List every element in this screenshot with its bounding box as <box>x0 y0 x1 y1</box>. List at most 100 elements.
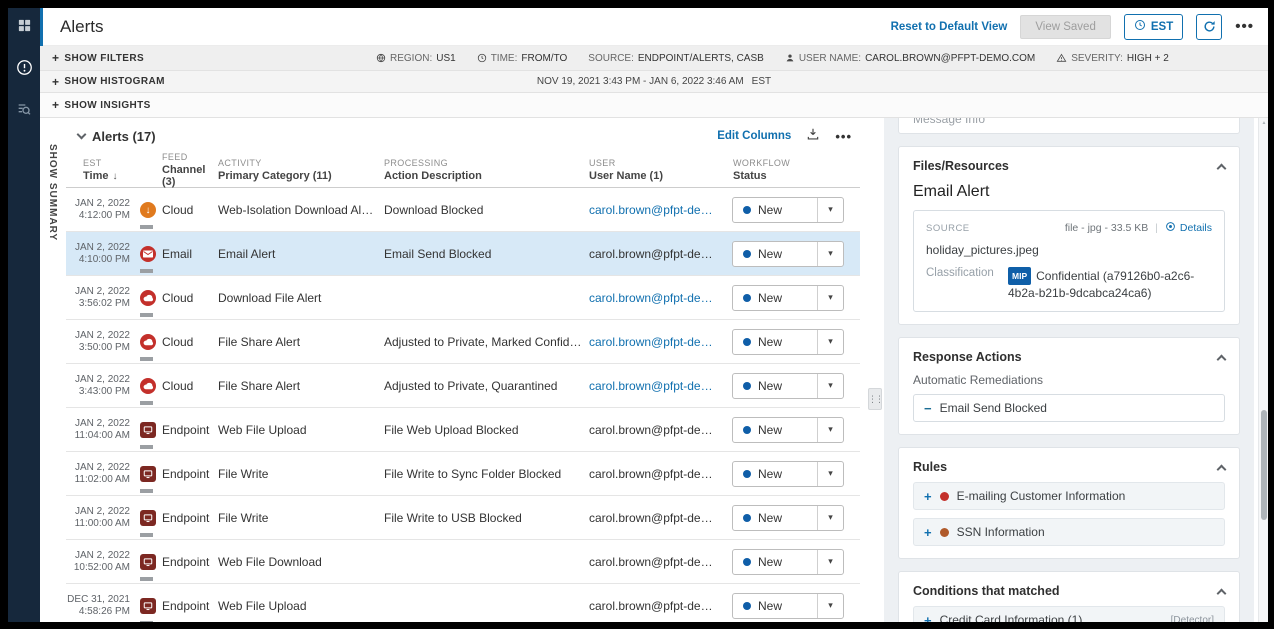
workflow-status-dropdown[interactable]: New ▾ <box>732 373 844 399</box>
refresh-button[interactable] <box>1196 14 1222 40</box>
condition-item[interactable]: +Credit Card Information (1)[Detector] <box>913 606 1225 622</box>
alert-row[interactable]: JAN 2, 20224:12:00 PM↓CloudWeb-Isolation… <box>66 188 860 232</box>
alerts-count-header[interactable]: Alerts (17) <box>78 129 156 144</box>
workflow-status-dropdown[interactable]: New▾ <box>732 197 844 223</box>
status-dot-icon <box>743 602 751 610</box>
filter-chip[interactable]: SEVERITY:HIGH + 2 <box>1056 53 1169 64</box>
filter-chip-value: HIGH + 2 <box>1127 53 1169 64</box>
show-filters-toggle[interactable]: +SHOW FILTERS <box>52 52 144 64</box>
date-range: NOV 19, 2021 3:43 PM - JAN 6, 2022 3:46 … <box>40 76 1268 87</box>
timezone-button[interactable]: EST <box>1124 14 1183 40</box>
show-summary-toggle[interactable]: SHOW SUMMARY <box>47 144 58 241</box>
divider: | <box>1155 223 1158 234</box>
alerts-nav-icon[interactable] <box>8 50 40 84</box>
alert-row[interactable]: JAN 2, 20224:10:00 PMEmailEmail AlertEma… <box>66 232 860 276</box>
rule-item[interactable]: +E-mailing Customer Information <box>913 482 1225 510</box>
alert-row[interactable]: JAN 2, 202211:04:00 AMEndpointWeb File U… <box>66 408 860 452</box>
workflow-status-dropdown[interactable]: New ▾ <box>732 593 844 619</box>
caret-down-icon[interactable]: ▾ <box>818 330 843 354</box>
collapse-up-icon[interactable] <box>1217 588 1227 598</box>
workflow-status-dropdown[interactable]: New▾ <box>732 461 844 487</box>
alert-action-description: File Write to Sync Folder Blocked <box>384 467 567 481</box>
user-email-link[interactable]: carol.brown@pfpt-demo.c <box>589 203 724 217</box>
collapse-up-icon[interactable] <box>1217 163 1227 173</box>
filter-chip[interactable]: SOURCE:ENDPOINT/ALERTS, CASB <box>588 53 764 64</box>
response-actions-title: Response Actions <box>913 350 1022 364</box>
files-resources-card: Files/Resources Email Alert SOURCE file … <box>898 146 1240 325</box>
workflow-status-dropdown[interactable]: New ▾ <box>732 505 844 531</box>
column-category[interactable]: ACTIVITYPrimary Category (11) <box>216 152 380 188</box>
scroll-up-icon[interactable]: ▲ <box>1259 120 1268 126</box>
column-channel[interactable]: FEEDChannel (3) <box>138 152 216 188</box>
caret-down-icon[interactable]: ▾ <box>818 198 843 222</box>
column-status[interactable]: WORKFLOWStatus <box>724 152 860 188</box>
reset-default-view-link[interactable]: Reset to Default View <box>891 21 1008 33</box>
workflow-status-dropdown[interactable]: New▾ <box>732 549 844 575</box>
workflow-status-dropdown[interactable]: New▾ <box>732 329 844 355</box>
alert-row[interactable]: JAN 2, 20223:56:02 PMCloudDownload File … <box>66 276 860 320</box>
user-email: carol.brown@pfpt-demo.c <box>589 599 724 613</box>
alert-time: 3:50:00 PM <box>79 342 130 353</box>
vertical-scrollbar[interactable]: ▲ <box>1258 118 1268 622</box>
rule-item[interactable]: +SSN Information <box>913 518 1225 546</box>
caret-down-icon[interactable]: ▾ <box>818 506 843 530</box>
alert-category: File Share Alert <box>218 335 306 349</box>
alert-date: JAN 2, 2022 <box>75 286 130 297</box>
caret-down-icon[interactable]: ▾ <box>818 550 843 574</box>
column-user[interactable]: USERUser Name (1) <box>589 152 724 188</box>
message-info-title: Message Info <box>913 118 985 133</box>
filter-chip[interactable]: USER NAME:CAROL.BROWN@PFPT-DEMO.COM <box>785 53 1035 64</box>
user-email-link[interactable]: carol.brown@pfpt-demo.c <box>589 291 724 305</box>
apps-grid-icon[interactable] <box>8 8 40 42</box>
alert-row[interactable]: DEC 31, 20214:58:26 PMEndpointWeb File U… <box>66 584 860 622</box>
alert-row[interactable]: JAN 2, 202211:00:00 AMEndpointFile Write… <box>66 496 860 540</box>
alert-row[interactable]: JAN 2, 20223:50:00 PMCloudFile Share Ale… <box>66 320 860 364</box>
filter-chip[interactable]: REGION:US1 <box>376 53 456 64</box>
status-label: New <box>758 511 782 525</box>
caret-down-icon[interactable]: ▾ <box>818 242 843 266</box>
status-label: New <box>758 599 782 613</box>
caret-down-icon[interactable]: ▾ <box>818 594 843 618</box>
response-actions-card: Response Actions Automatic Remediations … <box>898 337 1240 435</box>
panel-resize-grip[interactable]: ⋮⋮ <box>868 388 882 410</box>
show-insights-toggle[interactable]: +SHOW INSIGHTS <box>52 99 151 111</box>
scrollbar-thumb[interactable] <box>1261 410 1267 520</box>
alert-row[interactable]: JAN 2, 20223:43:00 PMCloudFile Share Ale… <box>66 364 860 408</box>
classification-value: MIPConfidential (a79126b0-a2c6-4b2a-b21b… <box>1008 267 1212 301</box>
alert-row[interactable]: JAN 2, 202211:02:00 AMEndpointFile Write… <box>66 452 860 496</box>
table-more-icon[interactable]: ••• <box>835 130 852 143</box>
edit-columns-link[interactable]: Edit Columns <box>717 130 791 142</box>
export-download-icon[interactable] <box>806 127 820 146</box>
collapse-up-icon[interactable] <box>1217 464 1227 474</box>
workflow-status-dropdown[interactable]: New▾ <box>732 417 844 443</box>
caret-down-icon[interactable]: ▾ <box>818 418 843 442</box>
workflow-status-dropdown[interactable]: New▾ <box>732 285 844 311</box>
header-more-icon[interactable]: ••• <box>1235 19 1254 34</box>
status-label: New <box>758 379 782 393</box>
alert-row[interactable]: JAN 2, 202210:52:00 AMEndpointWeb File D… <box>66 540 860 584</box>
message-info-card: Message Info <box>898 118 1240 134</box>
expand-icon[interactable]: + <box>924 490 932 503</box>
view-saved-button[interactable]: View Saved <box>1020 15 1111 39</box>
file-details-link[interactable]: Details <box>1165 221 1212 235</box>
caret-down-icon[interactable]: ▾ <box>818 462 843 486</box>
expand-icon[interactable]: + <box>924 526 932 539</box>
caret-down-icon[interactable]: ▾ <box>818 374 843 398</box>
alert-details-panel: Message Info Files/Resources Email Alert… <box>884 118 1254 622</box>
user-email-link[interactable]: carol.brown@pfpt-demo.c <box>589 379 724 393</box>
column-action[interactable]: PROCESSINGAction Description <box>380 152 589 188</box>
column-time[interactable]: ESTTime↓ <box>66 152 138 188</box>
expand-icon[interactable]: + <box>924 614 932 623</box>
workflow-status-dropdown[interactable]: New▾ <box>732 241 844 267</box>
filter-chip[interactable]: TIME:FROM/TO <box>477 53 568 64</box>
alerts-table: Alerts (17) Edit Columns ••• ESTTime↓ FE… <box>66 118 860 622</box>
severity-bar <box>140 445 153 449</box>
explorations-nav-icon[interactable] <box>8 92 40 126</box>
alert-action-description: File Web Upload Blocked <box>384 423 525 437</box>
user-email-link[interactable]: carol.brown@pfpt-demo.c <box>589 335 724 349</box>
show-histogram-toggle[interactable]: +SHOW HISTOGRAM <box>52 76 165 88</box>
alert-title: Email Alert <box>913 183 1225 201</box>
caret-down-icon[interactable]: ▾ <box>818 286 843 310</box>
status-dot-icon <box>743 558 751 566</box>
collapse-up-icon[interactable] <box>1217 354 1227 364</box>
